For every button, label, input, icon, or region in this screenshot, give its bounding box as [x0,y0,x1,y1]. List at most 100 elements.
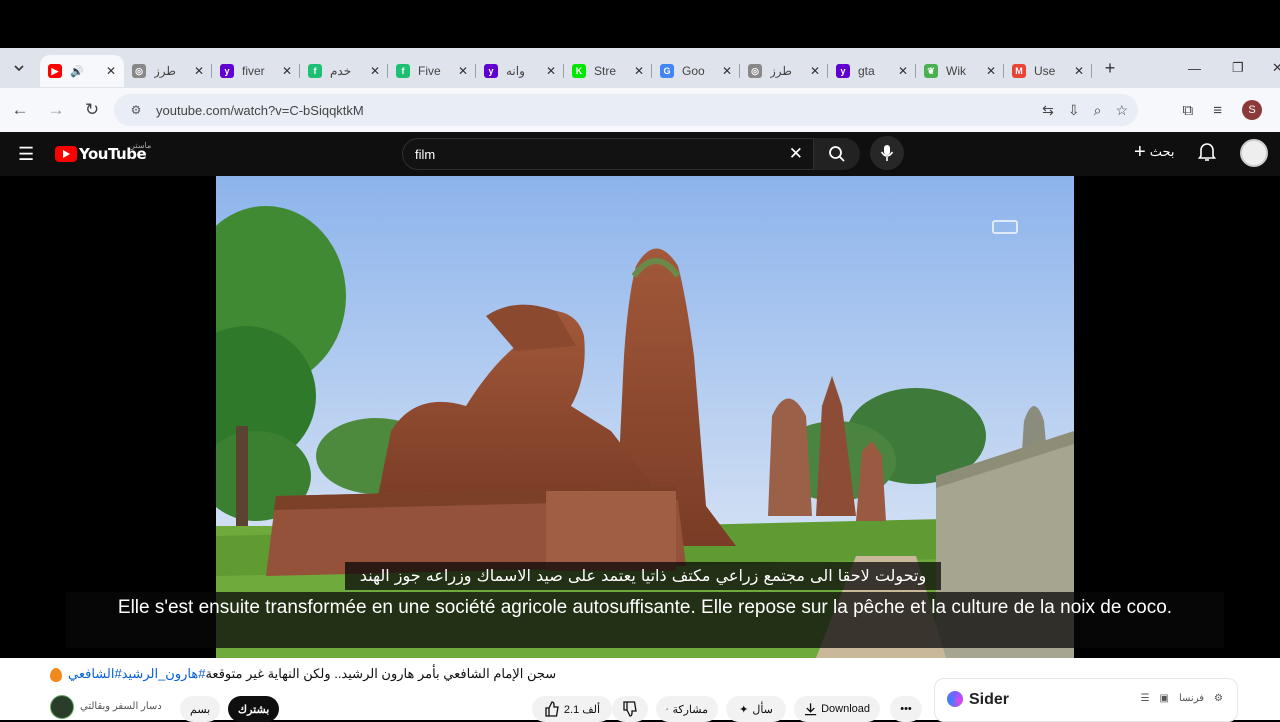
back-button[interactable]: ← [4,94,36,126]
list-icon[interactable]: ☰ [1141,693,1150,704]
bookmark-star-icon[interactable]: ☆ [1115,102,1128,119]
settings-icon[interactable]: ⚙ [1214,693,1223,704]
tab-title: طرز [154,64,176,78]
voice-search-button[interactable] [870,136,904,170]
browser-tab[interactable]: y وانه ✕ [476,55,564,87]
sider-extension-panel[interactable]: Sider ☰ ▣ فرنسا ⚙ [934,678,1238,722]
youtube-logo[interactable]: YouTube ماستر [55,141,151,163]
join-button[interactable]: بسم [180,696,221,722]
close-tab-icon[interactable]: ✕ [898,64,908,78]
youtube-play-icon [55,146,77,162]
account-avatar[interactable] [1240,139,1268,167]
search-input[interactable]: film ✕ [402,138,814,170]
close-tab-icon[interactable]: ✕ [370,64,380,78]
subtitle-arabic: وتحولت لاحقا الى مجتمع زراعي مكتف ذاتيا … [345,562,941,590]
tab-title: Stre [594,64,617,78]
close-tab-icon[interactable]: ✕ [546,64,556,78]
subtitle-icon[interactable]: ▣ [1160,693,1169,704]
close-tab-icon[interactable]: ✕ [458,64,468,78]
leaf-icon: ❦ [924,64,938,78]
browser-tab[interactable]: y gta ✕ [828,55,916,87]
sider-language[interactable]: فرنسا [1179,693,1204,704]
site-info-icon[interactable]: ⚙ [122,103,150,117]
share-label: مشاركة [672,703,708,716]
close-tab-icon[interactable]: ✕ [106,64,116,78]
browser-tab[interactable]: y fiver ✕ [212,55,300,87]
subscribe-label: بشترك [238,703,270,716]
channel-name[interactable]: دسار السفر وبقالتي [80,701,162,712]
browser-tab[interactable]: ▶ 🔊 ✕ [40,55,124,87]
profile-avatar[interactable]: S [1242,100,1262,120]
media-control-icon[interactable]: ≡ [1213,102,1222,119]
share-button[interactable]: مشاركة [656,696,718,722]
close-tab-icon[interactable]: ✕ [810,64,820,78]
forward-button[interactable]: → [40,94,72,126]
chevron-down-icon [14,65,24,72]
clear-search-icon[interactable]: ✕ [789,144,803,164]
translate-icon[interactable]: ⇆ [1042,102,1054,119]
video-player[interactable]: وتحولت لاحقا الى مجتمع زراعي مكتف ذاتيا … [0,176,1280,658]
minimize-button[interactable]: — [1188,48,1201,88]
create-button[interactable]: + بحث [1134,142,1174,162]
google-icon: G [660,64,674,78]
extensions-icon[interactable]: ⧉ [1183,102,1194,119]
tab-title: Five [418,64,441,78]
globe-icon: ◎ [748,64,762,78]
close-tab-icon[interactable]: ✕ [194,64,204,78]
fiverr-icon: f [308,64,322,78]
tab-title: طرز [770,64,792,78]
watermark-icon [992,220,1018,234]
microphone-icon [880,145,894,161]
sider-logo-icon [947,691,963,707]
close-tab-icon[interactable]: ✕ [986,64,996,78]
close-tab-icon[interactable]: ✕ [634,64,644,78]
menu-icon[interactable]: ☰ [18,144,34,165]
create-label: بحث [1149,144,1175,159]
dislike-button[interactable] [612,696,648,722]
close-tab-icon[interactable]: ✕ [722,64,732,78]
thumbs-up-icon [545,701,559,717]
reload-button[interactable]: ↻ [76,94,108,126]
notifications-button[interactable] [1197,142,1217,167]
tab-title: fiver [242,64,265,78]
restore-button[interactable]: ❐ [1232,48,1244,88]
video-title-hashtags[interactable]: #هارون_الرشيد#الشافعي [68,666,205,681]
install-app-icon[interactable]: ⇩ [1068,102,1080,119]
download-label: Download [821,703,870,715]
browser-toolbar: ← → ↻ ⚙ youtube.com/watch?v=C-bSiqqktkM … [0,88,1280,132]
browser-tab[interactable]: M Use ✕ [1004,55,1092,87]
video-title-text: سجن الإمام الشافعي بأمر هارون الرشيد.. و… [205,666,557,681]
search-value: film [415,146,436,162]
zoom-icon[interactable]: ⌕ [1094,102,1102,119]
ask-button[interactable]: ✦ سأل [726,696,786,722]
join-label: بسم [190,703,211,716]
close-tab-icon[interactable]: ✕ [282,64,292,78]
more-actions-button[interactable]: ••• [890,696,922,722]
search-icon [829,146,845,162]
browser-tab[interactable]: ❦ Wik ✕ [916,55,1004,87]
tab-list-button[interactable] [6,55,32,81]
address-bar[interactable]: ⚙ youtube.com/watch?v=C-bSiqqktkM ⇆ ⇩ ⌕ … [114,94,1138,126]
new-tab-button[interactable]: + [1098,58,1122,79]
more-horizontal-icon: ••• [900,703,912,715]
browser-tab[interactable]: ◎ طرز ✕ [740,55,828,87]
close-window-button[interactable]: ✕ [1272,48,1280,88]
browser-tab[interactable]: f خدم ✕ [300,55,388,87]
kick-icon: K [572,64,586,78]
browser-tab[interactable]: ◎ طرز ✕ [124,55,212,87]
browser-tab[interactable]: K Stre ✕ [564,55,652,87]
like-button[interactable]: 2.1 ألف [532,696,612,722]
search-button[interactable] [814,138,860,170]
yahoo-icon: y [484,64,498,78]
channel-avatar[interactable] [50,695,74,719]
subscribe-button[interactable]: بشترك [228,696,280,722]
video-title: سجن الإمام الشافعي بأمر هارون الرشيد.. و… [50,666,556,682]
download-button[interactable]: Download [794,696,880,722]
browser-tab[interactable]: f Five ✕ [388,55,476,87]
browser-tab[interactable]: G Goo ✕ [652,55,740,87]
bell-icon [1197,143,1217,161]
video-details: سجن الإمام الشافعي بأمر هارون الرشيد.. و… [0,658,1280,722]
youtube-icon: ▶ [48,64,62,78]
close-tab-icon[interactable]: ✕ [1074,64,1084,78]
audio-playing-icon[interactable]: 🔊 [70,65,102,78]
